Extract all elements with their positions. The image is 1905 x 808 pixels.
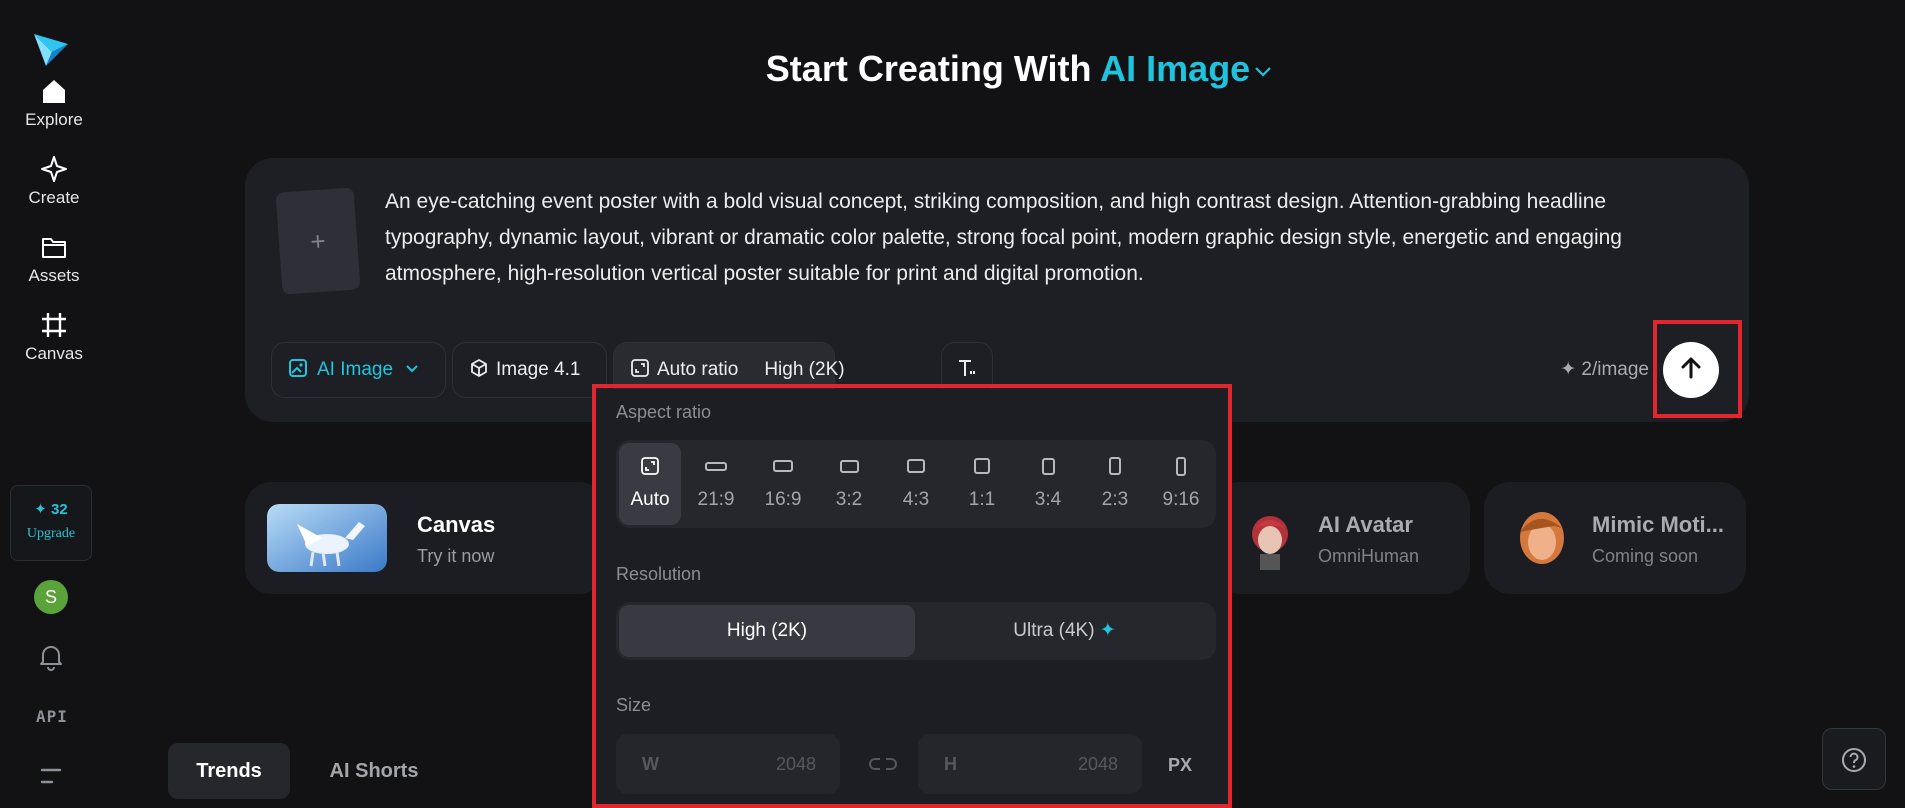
- feature-name: Mimic Moti...: [1592, 512, 1724, 537]
- model-select[interactable]: Image 4.1: [452, 342, 607, 398]
- feature-card-mimic-motion[interactable]: Mimic Moti... Coming soon: [1484, 482, 1746, 594]
- folder-icon: [42, 238, 66, 258]
- avatar-thumbnail: [1252, 516, 1288, 570]
- feature-subtitle: Coming soon: [1592, 546, 1699, 566]
- feature-name: AI Avatar: [1318, 512, 1413, 537]
- feature-subtitle: OmniHuman: [1318, 546, 1420, 566]
- highlight-box: [592, 384, 1232, 808]
- sidebar-item-label: Canvas: [25, 344, 83, 363]
- feature-card-canvas[interactable]: Canvas Try it now: [245, 482, 605, 594]
- highlight-box: [1653, 320, 1742, 418]
- tab-trends[interactable]: Trends: [168, 743, 290, 799]
- page-title: Start Creating With AI Image: [0, 48, 1905, 90]
- text-style-icon: [959, 359, 975, 376]
- crop-grid-icon: [42, 313, 66, 337]
- upgrade-link[interactable]: Upgrade: [11, 526, 91, 542]
- pegasus-thumbnail: [267, 504, 387, 572]
- credits-upgrade-box[interactable]: ✦ 32 Upgrade: [10, 485, 92, 561]
- chevron-down-icon: [1255, 67, 1271, 78]
- credits-count: ✦ 32: [34, 501, 68, 518]
- mode-select[interactable]: AI Image: [271, 342, 446, 398]
- feature-card-ai-avatar[interactable]: AI Avatar OmniHuman: [1214, 482, 1470, 594]
- sidebar-item-assets[interactable]: Assets: [0, 232, 108, 286]
- menu-icon[interactable]: [40, 766, 62, 786]
- sidebar-item-label: Create: [28, 188, 80, 207]
- chevron-down-icon: [406, 365, 419, 373]
- cube-icon: [471, 359, 487, 377]
- sidebar-item-canvas[interactable]: Canvas: [0, 310, 108, 364]
- prompt-input[interactable]: An eye-catching event poster with a bold…: [385, 184, 1715, 292]
- prompt-card: + An eye-catching event poster with a bo…: [245, 158, 1749, 422]
- help-button[interactable]: [1822, 728, 1886, 790]
- question-icon: [1842, 748, 1866, 772]
- avatar[interactable]: S: [34, 580, 68, 614]
- cost-per-image: ✦ 2/image: [1560, 359, 1649, 380]
- sparkle-outline-icon: [41, 156, 67, 182]
- sidebar-item-label: Assets: [28, 266, 80, 285]
- sidebar: Explore Create Assets Canvas ✦ 32 Upgrad…: [0, 0, 102, 808]
- bell-icon[interactable]: [38, 643, 64, 671]
- mode-dropdown[interactable]: AI Image: [1100, 48, 1274, 89]
- api-link[interactable]: API: [36, 707, 68, 726]
- image-sparkle-icon: [289, 358, 307, 377]
- upload-reference-button[interactable]: +: [275, 187, 361, 295]
- sidebar-item-create[interactable]: Create: [0, 154, 108, 208]
- aspect-ratio-icon: [631, 359, 649, 377]
- tab-ai-shorts[interactable]: AI Shorts: [304, 743, 444, 799]
- feature-name: Canvas: [417, 512, 496, 537]
- mimic-thumbnail: [1520, 512, 1564, 564]
- sidebar-item-label: Explore: [25, 110, 83, 129]
- feature-subtitle: Try it now: [417, 546, 495, 566]
